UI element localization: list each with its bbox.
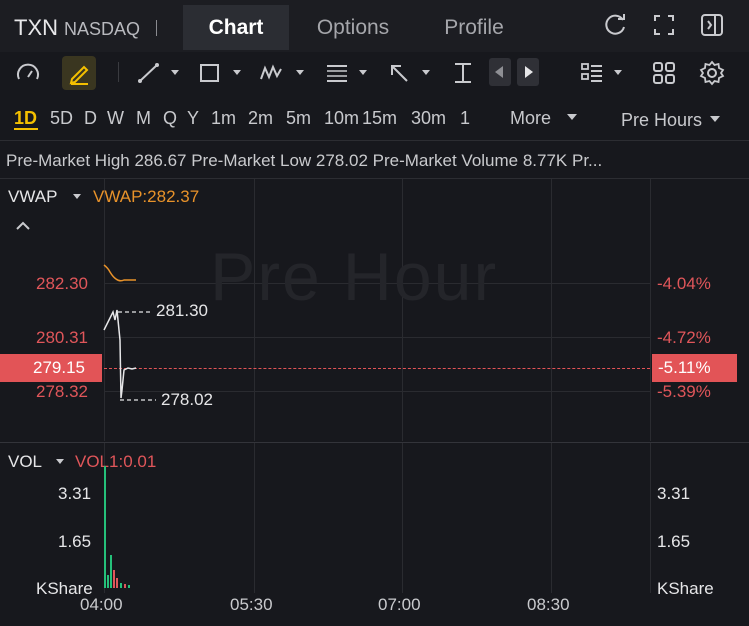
volume-bar <box>107 575 109 588</box>
volume-bars-svg <box>104 466 130 588</box>
time-axis-label: 08:30 <box>527 595 570 614</box>
volume-bar <box>110 555 112 588</box>
time-axis-label: 05:30 <box>230 595 273 614</box>
volume-bar <box>113 570 115 588</box>
volume-bar <box>124 584 126 588</box>
volume-bar <box>104 466 106 588</box>
volume-bar <box>128 585 130 588</box>
volume-bar <box>120 583 122 588</box>
volume-bar <box>116 578 118 588</box>
time-axis-label: 07:00 <box>378 595 421 614</box>
time-axis-label: 04:00 <box>80 595 123 614</box>
